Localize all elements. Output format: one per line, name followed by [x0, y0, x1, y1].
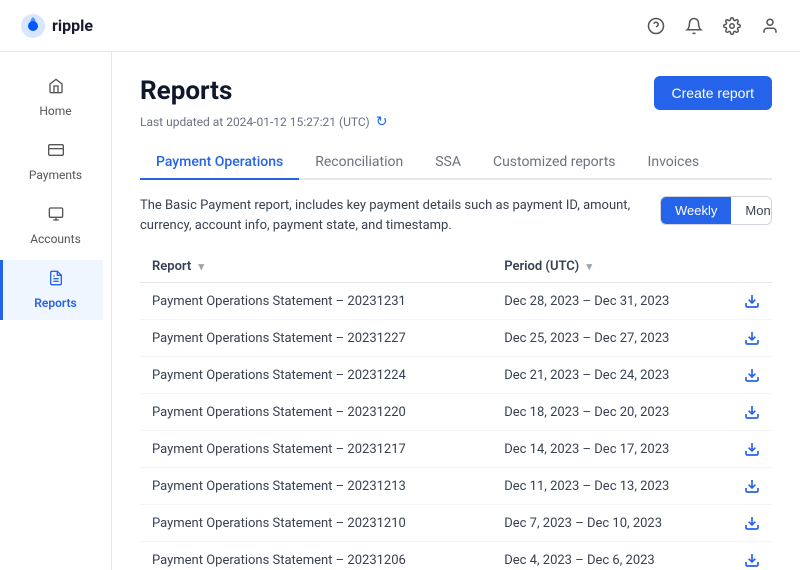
home-icon: [48, 78, 64, 98]
cell-report-name: Payment Operations Statement – 20231224: [140, 357, 492, 394]
column-header-period[interactable]: Period (UTC) ▾: [492, 251, 732, 283]
cell-period: Dec 7, 2023 – Dec 10, 2023: [492, 505, 732, 542]
cell-period: Dec 25, 2023 – Dec 27, 2023: [492, 320, 732, 357]
ripple-logo-icon: [20, 13, 46, 39]
download-button[interactable]: [744, 330, 760, 346]
cell-report-name: Payment Operations Statement – 20231213: [140, 468, 492, 505]
main-content: Reports Create report Last updated at 20…: [112, 52, 800, 570]
logo-area: ripple: [20, 13, 93, 39]
monthly-toggle[interactable]: Monthly: [731, 197, 772, 224]
sidebar-label-payments: Payments: [29, 168, 82, 182]
column-header-report[interactable]: Report ▾: [140, 251, 492, 283]
settings-icon[interactable]: [722, 16, 742, 36]
cell-period: Dec 14, 2023 – Dec 17, 2023: [492, 431, 732, 468]
table-row: Payment Operations Statement – 20231227 …: [140, 320, 772, 357]
report-tabs: Payment Operations Reconciliation SSA Cu…: [140, 146, 772, 180]
create-report-button[interactable]: Create report: [654, 76, 772, 110]
download-button[interactable]: [744, 404, 760, 420]
download-button[interactable]: [744, 441, 760, 457]
cell-report-name: Payment Operations Statement – 20231217: [140, 431, 492, 468]
download-button[interactable]: [744, 367, 760, 383]
help-icon[interactable]: [646, 16, 666, 36]
table-row: Payment Operations Statement – 20231206 …: [140, 542, 772, 570]
sidebar-label-home: Home: [39, 104, 71, 118]
tab-customized-reports[interactable]: Customized reports: [477, 146, 632, 180]
last-updated-text: Last updated at 2024-01-12 15:27:21 (UTC…: [140, 114, 772, 130]
table-row: Payment Operations Statement – 20231224 …: [140, 357, 772, 394]
page-header: Reports Create report: [140, 76, 772, 110]
cell-report-name: Payment Operations Statement – 20231220: [140, 394, 492, 431]
cell-period: Dec 21, 2023 – Dec 24, 2023: [492, 357, 732, 394]
tab-payment-operations[interactable]: Payment Operations: [140, 146, 299, 180]
top-nav: ripple: [0, 0, 800, 52]
sidebar-label-accounts: Accounts: [30, 232, 81, 246]
cell-report-name: Payment Operations Statement – 20231210: [140, 505, 492, 542]
download-button[interactable]: [744, 515, 760, 531]
download-button[interactable]: [744, 478, 760, 494]
reports-table: Report ▾ Period (UTC) ▾ Payment Operatio…: [140, 251, 772, 570]
cell-period: Dec 18, 2023 – Dec 20, 2023: [492, 394, 732, 431]
sidebar-item-payments[interactable]: Payments: [8, 132, 103, 192]
description-text: The Basic Payment report, includes key p…: [140, 196, 660, 235]
tab-reconciliation[interactable]: Reconciliation: [299, 146, 419, 180]
frequency-toggle: Weekly Monthly: [660, 196, 772, 225]
column-header-actions: [732, 251, 772, 283]
download-button[interactable]: [744, 293, 760, 309]
top-nav-actions: [646, 16, 780, 36]
logo-text: ripple: [52, 16, 93, 35]
sidebar: Home Payments Accounts Reports: [0, 52, 112, 570]
sidebar-item-accounts[interactable]: Accounts: [8, 196, 103, 256]
download-button[interactable]: [744, 552, 760, 568]
description-row: The Basic Payment report, includes key p…: [140, 196, 772, 235]
sidebar-item-reports[interactable]: Reports: [0, 260, 103, 320]
tab-invoices[interactable]: Invoices: [632, 146, 716, 180]
tab-ssa[interactable]: SSA: [419, 146, 477, 180]
cell-period: Dec 4, 2023 – Dec 6, 2023: [492, 542, 732, 570]
weekly-toggle[interactable]: Weekly: [661, 197, 731, 224]
cell-report-name: Payment Operations Statement – 20231227: [140, 320, 492, 357]
page-title: Reports: [140, 76, 232, 106]
table-row: Payment Operations Statement – 20231213 …: [140, 468, 772, 505]
bell-icon[interactable]: [684, 16, 704, 36]
sort-icon-report: ▾: [199, 260, 205, 273]
cell-report-name: Payment Operations Statement – 20231206: [140, 542, 492, 570]
refresh-icon[interactable]: ↻: [376, 114, 388, 130]
table-row: Payment Operations Statement – 20231210 …: [140, 505, 772, 542]
reports-icon: [48, 270, 64, 290]
cell-period: Dec 28, 2023 – Dec 31, 2023: [492, 283, 732, 320]
table-row: Payment Operations Statement – 20231217 …: [140, 431, 772, 468]
table-row: Payment Operations Statement – 20231220 …: [140, 394, 772, 431]
accounts-icon: [48, 206, 64, 226]
table-row: Payment Operations Statement – 20231231 …: [140, 283, 772, 320]
sort-icon-period: ▾: [586, 260, 592, 273]
cell-period: Dec 11, 2023 – Dec 13, 2023: [492, 468, 732, 505]
sidebar-item-home[interactable]: Home: [8, 68, 103, 128]
sidebar-label-reports: Reports: [34, 296, 76, 310]
payments-icon: [48, 142, 64, 162]
cell-report-name: Payment Operations Statement – 20231231: [140, 283, 492, 320]
user-icon[interactable]: [760, 16, 780, 36]
